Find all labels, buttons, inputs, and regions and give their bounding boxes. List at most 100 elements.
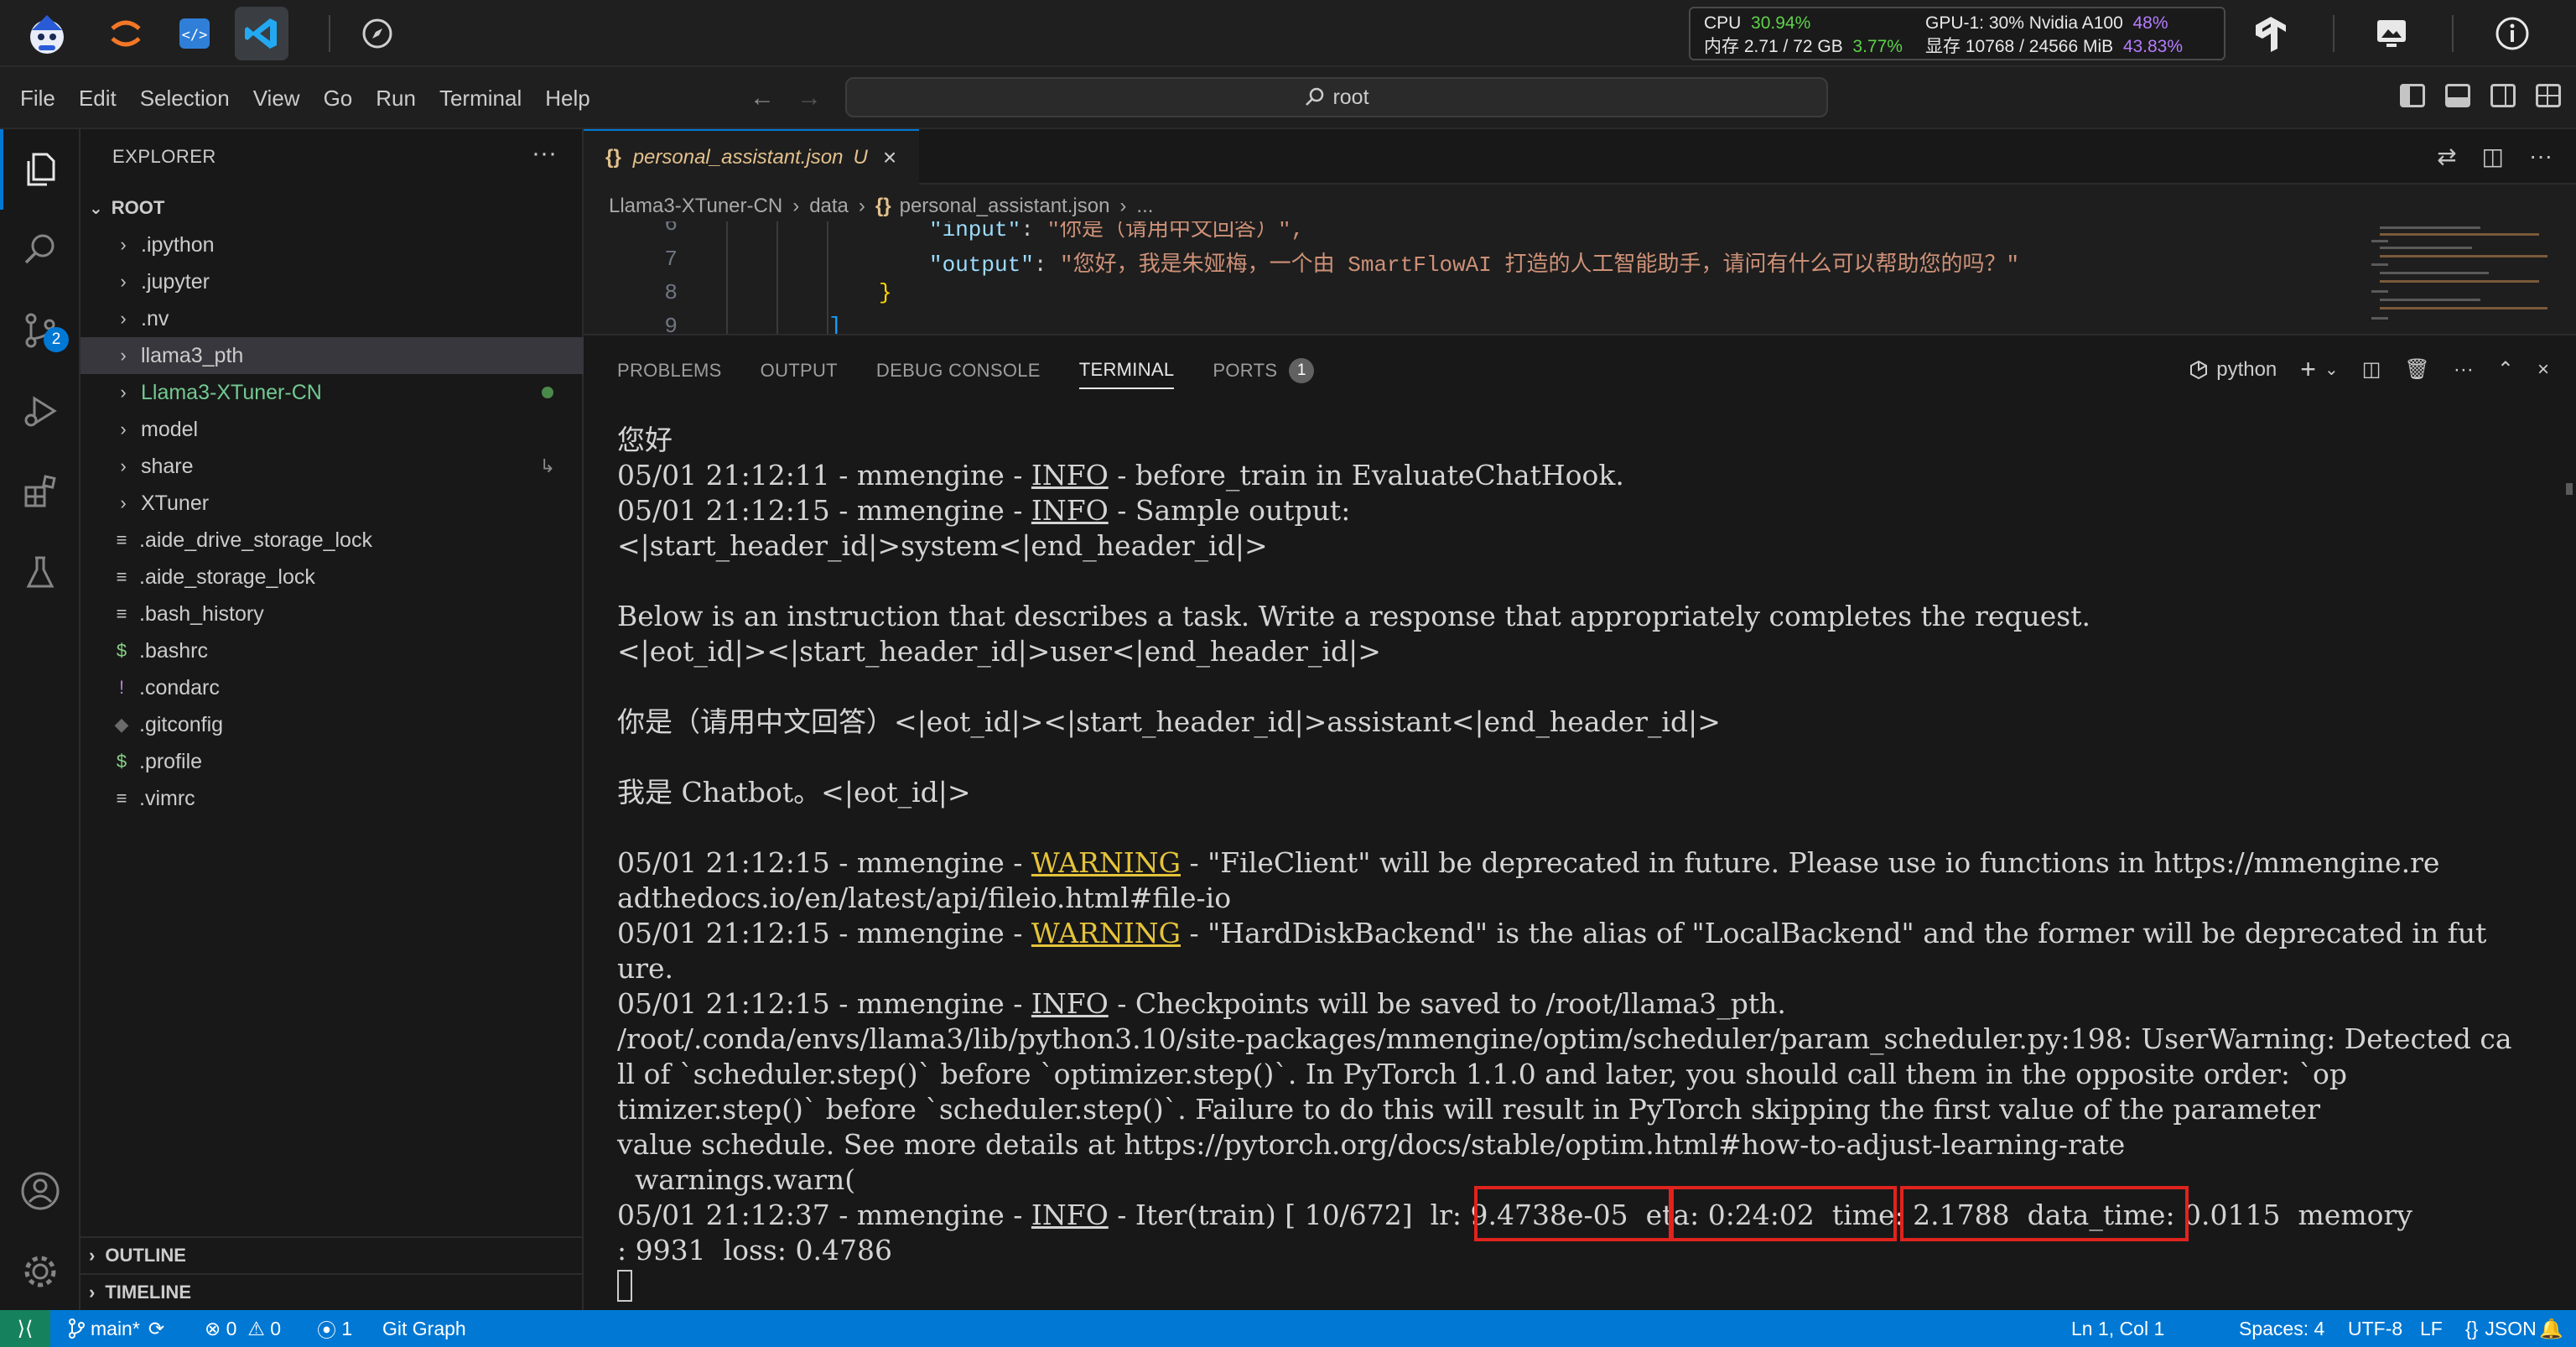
menu-file[interactable]: File [8, 86, 67, 112]
jupyter-icon[interactable] [99, 7, 153, 60]
chevron-down-icon[interactable]: ⌄ [2324, 359, 2339, 380]
terminal-output[interactable]: 您好 05/01 21:12:11 - mmengine - INFO - be… [617, 423, 2554, 1302]
menu-selection[interactable]: Selection [128, 86, 242, 112]
chevron-right-icon: › [120, 345, 127, 366]
compass-icon[interactable] [351, 7, 404, 60]
split-terminal-icon[interactable]: ◫ [2362, 357, 2381, 382]
run-debug-activity[interactable] [0, 371, 80, 451]
code-server-icon[interactable]: </> [168, 7, 221, 60]
encoding[interactable]: UTF-8 [2348, 1310, 2402, 1347]
tree-item-nv[interactable]: › .nv [80, 300, 584, 337]
tree-item-llama3-xtuner-cn[interactable]: › Llama3-XTuner-CN [80, 374, 584, 411]
terminal-line: value schedule. See more details at http… [617, 1128, 2126, 1161]
end-of-line[interactable]: LF [2420, 1310, 2443, 1347]
menu-edit[interactable]: Edit [67, 86, 128, 112]
remote-indicator[interactable]: ⟩⟨ [0, 1310, 50, 1347]
info-icon[interactable] [2485, 7, 2539, 60]
python-icon [2190, 360, 2208, 379]
vscode-icon[interactable] [235, 7, 288, 60]
menu-view[interactable]: View [242, 86, 312, 112]
explorer-more-actions[interactable]: ··· [532, 139, 557, 168]
breadcrumb-file[interactable]: personal_assistant.json [900, 195, 1110, 218]
breadcrumb-symbol[interactable]: ... [1136, 195, 1153, 218]
menu-run[interactable]: Run [364, 86, 428, 112]
problems-indicator[interactable]: ⊗ 0 ⚠ 0 [205, 1310, 281, 1347]
manage-activity[interactable] [0, 1231, 80, 1312]
split-editor-icon[interactable]: ◫ [2482, 143, 2504, 170]
tree-item-condarc[interactable]: ! .condarc [80, 669, 584, 706]
maximize-panel-icon[interactable]: ⌃ [2497, 357, 2514, 382]
close-icon[interactable]: × [883, 144, 896, 171]
terminal-profile[interactable]: python [2188, 358, 2277, 382]
breadcrumb-folder[interactable]: data [809, 195, 849, 218]
more-actions-icon[interactable]: ··· [2529, 143, 2553, 170]
chevron-right-icon: › [1119, 195, 1127, 217]
file-tree: › .ipython › .jupyter › .nv › llama3_pth › Llama3… [80, 226, 584, 817]
tree-item-label: XTuner [141, 491, 210, 515]
tab-ports[interactable]: PORTS 1 [1213, 352, 1315, 389]
tree-item-xtuner[interactable]: › XTuner [80, 485, 584, 522]
timeline-section[interactable]: › TIMELINE [80, 1273, 584, 1310]
extensions-activity[interactable] [0, 451, 80, 532]
tab-terminal[interactable]: TERMINAL [1078, 352, 1175, 389]
breadcrumb-folder[interactable]: Llama3-XTuner-CN [609, 195, 782, 218]
code-editor[interactable]: 6 "input": "你是（请用中文回答）", 6 "output": "您好… [584, 221, 2576, 334]
toggle-secondary-sidebar-icon[interactable] [2490, 84, 2516, 107]
tree-item-vimrc[interactable]: ≡ .vimrc [80, 780, 584, 817]
menu-go[interactable]: Go [312, 86, 365, 112]
tree-item-profile[interactable]: $ .profile [80, 743, 584, 780]
ports-indicator[interactable]: ⦿ 1 [317, 1310, 352, 1347]
tab-debug-console[interactable]: DEBUG CONSOLE [876, 352, 1041, 389]
indentation[interactable]: Spaces: 4 [2239, 1310, 2324, 1347]
tab-problems[interactable]: PROBLEMS [617, 352, 722, 389]
tree-item-model[interactable]: › model [80, 411, 584, 448]
toggle-primary-sidebar-icon[interactable] [2400, 84, 2425, 107]
image-monitor-icon[interactable] [2365, 7, 2418, 60]
tree-item-aide-storage-lock[interactable]: ≡ .aide_storage_lock [80, 559, 584, 595]
tree-item-gitconfig[interactable]: ◆ .gitconfig [80, 706, 584, 743]
tree-item-llama3-pth[interactable]: › llama3_pth [80, 337, 584, 374]
root-folder-header[interactable]: ⌄ ROOT [80, 190, 584, 226]
back-arrow-icon[interactable]: ← [750, 84, 775, 112]
command-center-search[interactable]: root [845, 77, 1828, 117]
tree-item-label: .bashrc [139, 638, 208, 663]
customize-layout-icon[interactable] [2536, 84, 2561, 107]
cursor-position[interactable]: Ln 1, Col 1 [2071, 1310, 2164, 1347]
tree-item-bashrc[interactable]: $ .bashrc [80, 632, 584, 669]
testing-activity[interactable] [0, 532, 80, 612]
yaml-config-icon: ! [118, 677, 125, 698]
shell-script-icon: $ [116, 640, 127, 661]
explorer-activity[interactable] [0, 129, 80, 210]
tab-personal-assistant-json[interactable]: {} personal_assistant.json U × [584, 129, 919, 185]
chevron-right-icon: › [120, 308, 127, 329]
menu-terminal[interactable]: Terminal [428, 86, 533, 112]
terminal-scrollbar[interactable] [2566, 483, 2573, 495]
tree-item-ipython[interactable]: › .ipython [80, 226, 584, 263]
outline-section[interactable]: › OUTLINE [80, 1236, 584, 1273]
search-activity[interactable] [0, 210, 80, 290]
trash-icon[interactable]: 🗑 [2404, 357, 2429, 382]
accounts-activity[interactable] [0, 1151, 80, 1231]
tree-item-bash-history[interactable]: ≡ .bash_history [80, 595, 584, 632]
tensorflow-icon[interactable] [2244, 7, 2298, 60]
compare-changes-icon[interactable]: ⇄ [2437, 143, 2456, 170]
tab-output[interactable]: OUTPUT [761, 352, 838, 389]
new-terminal-icon[interactable]: + [2300, 354, 2316, 385]
tree-item-jupyter[interactable]: › .jupyter [80, 263, 584, 300]
sync-icon[interactable]: ⟳ [148, 1318, 164, 1340]
forward-arrow-icon[interactable]: → [797, 84, 822, 112]
menu-help[interactable]: Help [533, 86, 601, 112]
more-actions-icon[interactable]: ··· [2454, 358, 2474, 382]
language-mode[interactable]: {} JSON [2465, 1310, 2537, 1347]
minimap[interactable] [2363, 221, 2547, 330]
platform-logo[interactable] [20, 7, 74, 60]
source-control-activity[interactable] [0, 290, 80, 371]
toggle-panel-icon[interactable] [2445, 84, 2470, 107]
branch-indicator[interactable]: main* ⟳ [67, 1310, 164, 1347]
git-graph-button[interactable]: Git Graph [382, 1310, 466, 1347]
tree-item-label: .aide_storage_lock [139, 564, 315, 589]
tree-item-share[interactable]: › share ↳ [80, 448, 584, 485]
notifications-bell-icon[interactable]: 🔔 [2539, 1310, 2563, 1347]
close-panel-icon[interactable]: × [2537, 358, 2549, 382]
tree-item-aide-drive-storage-lock[interactable]: ≡ .aide_drive_storage_lock [80, 522, 584, 559]
